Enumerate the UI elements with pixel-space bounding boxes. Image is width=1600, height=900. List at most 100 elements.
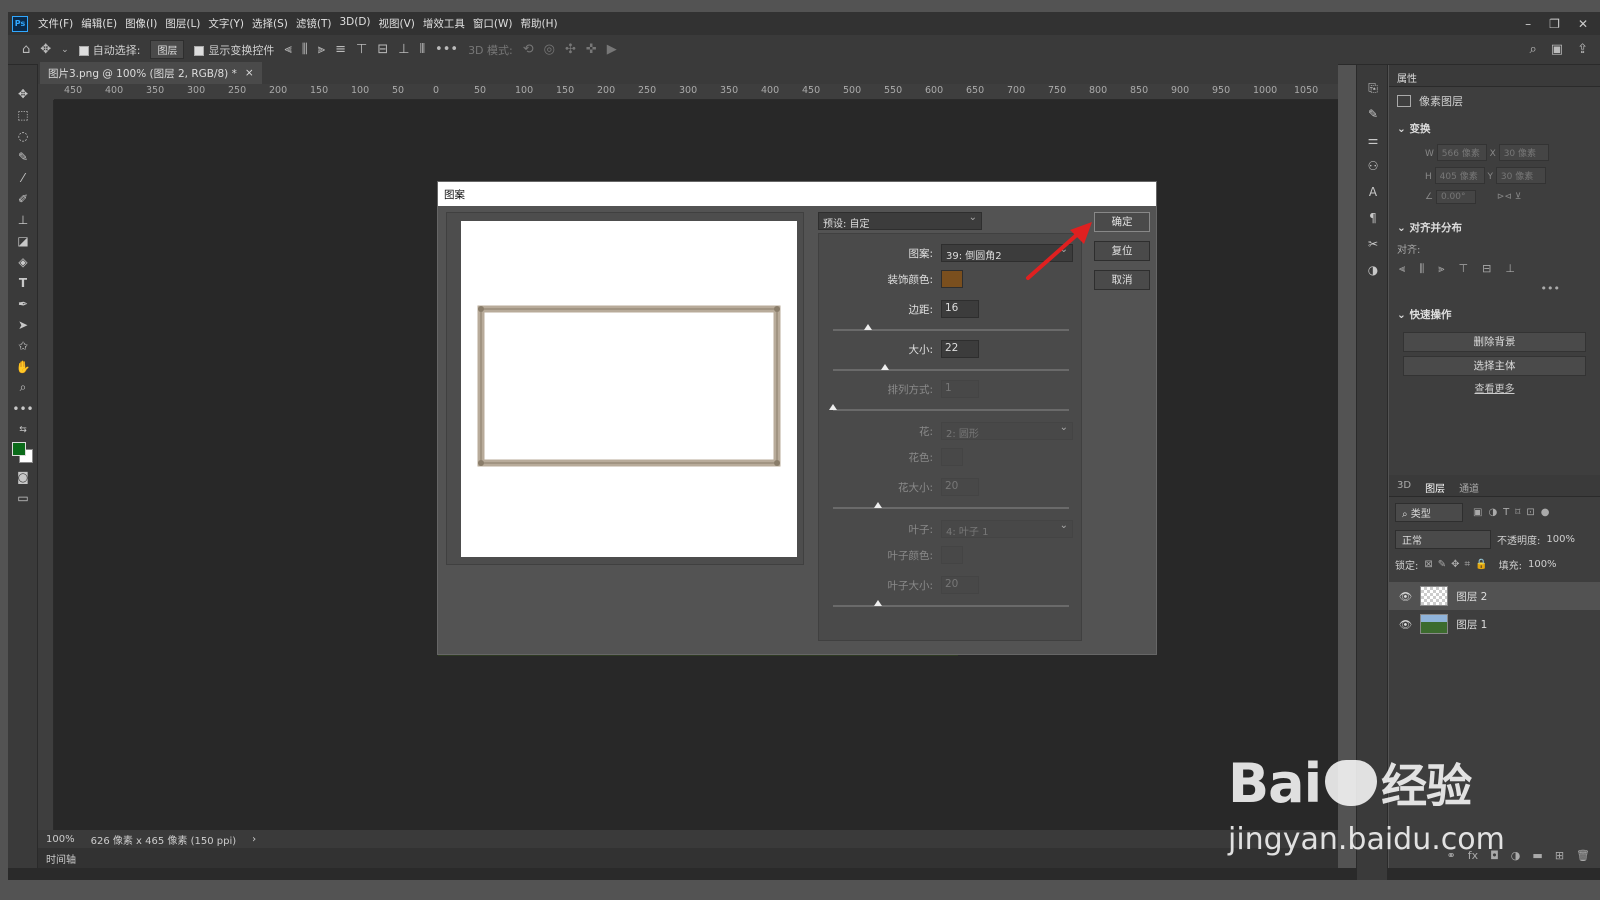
distribute-vertical-icon[interactable]: ⫴ <box>420 42 425 57</box>
align-center-icon[interactable]: ⫼ <box>302 42 308 57</box>
menu-edit[interactable]: 编辑(E) <box>77 16 121 31</box>
zoom-level[interactable]: 100% <box>46 834 75 845</box>
margin-slider-knob[interactable] <box>864 324 873 330</box>
arrange-slider-knob[interactable] <box>829 404 837 410</box>
align-bottom-icon[interactable]: ⊥ <box>398 42 409 57</box>
menu-filter[interactable]: 滤镜(T) <box>292 16 336 31</box>
swap-colors-icon[interactable]: ⇆ <box>8 419 38 440</box>
menu-view[interactable]: 视图(V) <box>375 16 419 31</box>
timeline-label[interactable]: 时间轴 <box>46 851 76 866</box>
shape-tool-icon[interactable]: ✩ <box>8 335 38 356</box>
zoom-tool-icon[interactable]: ⌕ <box>8 377 38 398</box>
orbit-3d-icon[interactable]: ⟲ <box>523 42 534 57</box>
minimize-icon[interactable]: – <box>1525 17 1531 31</box>
brush-tool-icon[interactable]: ✐ <box>8 188 38 209</box>
marquee-tool-icon[interactable]: ⬚ <box>8 104 38 125</box>
workspace-icon[interactable]: ▣ <box>1551 42 1563 57</box>
distribute-icon[interactable]: ≡ <box>335 42 346 57</box>
libraries-icon[interactable]: ⚇ <box>1357 153 1389 179</box>
flower-size-slider-knob[interactable] <box>873 502 882 508</box>
tab-channels[interactable]: 通道 <box>1459 480 1479 495</box>
w-field[interactable]: 566 像素 <box>1436 144 1487 161</box>
show-transform-checkbox[interactable]: 显示变换控件 <box>194 42 274 58</box>
dialog-title[interactable]: 图案 <box>438 182 1156 206</box>
align-horizontal-centers-icon[interactable]: ⫼ <box>1419 262 1424 276</box>
decor-color-swatch[interactable] <box>941 270 963 288</box>
character-icon[interactable]: A <box>1357 179 1389 205</box>
align-middle-icon[interactable]: ⊟ <box>377 42 388 57</box>
layer-row[interactable]: 👁 图层 2 <box>1389 582 1600 610</box>
stamp-tool-icon[interactable]: ⊥ <box>8 209 38 230</box>
eraser-tool-icon[interactable]: ◪ <box>8 230 38 251</box>
brush-settings-icon[interactable]: ✎ <box>1357 101 1389 127</box>
roll-3d-icon[interactable]: ◎ <box>544 42 555 57</box>
lasso-tool-icon[interactable]: ◌ <box>8 125 38 146</box>
align-left-icon[interactable]: ⫷ <box>284 42 291 57</box>
preset-dropdown[interactable]: 预设: 自定 <box>818 212 982 230</box>
eye-icon[interactable]: 👁 <box>1399 590 1412 603</box>
tab-3d[interactable]: 3D <box>1397 480 1411 491</box>
more-align-icon[interactable]: ••• <box>1389 282 1600 295</box>
angle-field[interactable]: 0.00° <box>1435 190 1476 204</box>
menu-select[interactable]: 选择(S) <box>248 16 292 31</box>
align-right-icon[interactable]: ⫸ <box>318 42 325 57</box>
menu-type[interactable]: 文字(Y) <box>204 16 248 31</box>
arrange-input[interactable]: 1 <box>941 380 979 398</box>
move-tool-icon[interactable]: ✥ <box>8 83 38 104</box>
leaf-size-slider-knob[interactable] <box>873 600 882 606</box>
quick-actions-header[interactable]: ⌄ 快速操作 <box>1389 301 1600 328</box>
layer-row[interactable]: 👁 图层 1 <box>1389 610 1600 638</box>
auto-select-dropdown[interactable]: 图层 <box>150 40 185 59</box>
menu-plugins[interactable]: 增效工具 <box>419 16 469 31</box>
select-subject-button[interactable]: 选择主体 <box>1403 356 1586 376</box>
layer-name[interactable]: 图层 2 <box>1456 589 1487 604</box>
ok-button[interactable]: 确定 <box>1094 212 1150 232</box>
screen-mode-icon[interactable]: ▭ <box>8 487 38 508</box>
blend-mode-dropdown[interactable]: 正常 <box>1395 530 1491 549</box>
size-slider-knob[interactable] <box>880 364 889 370</box>
lock-icons[interactable]: ⊠✎✥⌗🔒 <box>1424 559 1492 570</box>
trash-icon[interactable]: 🗑 <box>1576 849 1590 862</box>
path-select-tool-icon[interactable]: ➤ <box>8 314 38 335</box>
see-more-link[interactable]: 查看更多 <box>1389 380 1600 395</box>
chevron-down-icon[interactable]: ⌄ <box>61 45 69 55</box>
more-tools-icon[interactable]: ••• <box>8 398 38 419</box>
menu-window[interactable]: 窗口(W) <box>469 16 517 31</box>
layer-filter-dropdown[interactable]: ⌕ 类型 <box>1395 503 1463 522</box>
transform-section-header[interactable]: ⌄ 变换 <box>1389 115 1600 142</box>
align-top-edges-icon[interactable]: ⊤ <box>1459 262 1469 276</box>
leaf-color-swatch[interactable] <box>941 546 963 564</box>
document-info[interactable]: 626 像素 x 465 像素 (150 ppi) <box>91 832 237 847</box>
y-field[interactable]: 30 像素 <box>1495 167 1546 184</box>
menu-image[interactable]: 图像(I) <box>121 16 161 31</box>
menu-layer[interactable]: 图层(L) <box>161 16 204 31</box>
flower-color-swatch[interactable] <box>941 448 963 466</box>
layer-name[interactable]: 图层 1 <box>1456 617 1487 632</box>
size-slider[interactable] <box>833 364 1069 371</box>
history-icon[interactable]: ⎘ <box>1357 75 1389 101</box>
tools-icon[interactable]: ✂ <box>1357 231 1389 257</box>
paragraph-icon[interactable]: ¶ <box>1357 205 1389 231</box>
fill-value[interactable]: 100% <box>1528 559 1557 570</box>
share-icon[interactable]: ⇪ <box>1577 42 1588 57</box>
flip-icons[interactable]: ⊳⊲ ⊻ <box>1497 192 1522 202</box>
eye-icon[interactable]: 👁 <box>1399 618 1412 631</box>
arrange-slider[interactable] <box>829 404 1069 411</box>
menu-help[interactable]: 帮助(H) <box>517 16 562 31</box>
align-vertical-centers-icon[interactable]: ⊟ <box>1482 262 1491 276</box>
status-chevron-icon[interactable]: › <box>252 834 256 845</box>
type-tool-icon[interactable]: T <box>8 272 38 293</box>
pen-tool-icon[interactable]: ✒ <box>8 293 38 314</box>
swatches-icon[interactable]: ◑ <box>1357 257 1389 283</box>
margin-slider[interactable] <box>833 324 1069 331</box>
close-tab-icon[interactable]: × <box>245 67 254 79</box>
align-right-edges-icon[interactable]: ⫸ <box>1438 262 1444 276</box>
properties-title[interactable]: 属性 <box>1389 65 1600 87</box>
quick-mask-icon[interactable]: ◙ <box>8 466 38 487</box>
tab-layers[interactable]: 图层 <box>1425 480 1445 495</box>
flower-size-slider[interactable] <box>833 502 1069 509</box>
move-tool-icon[interactable]: ✥ <box>40 42 51 57</box>
size-input[interactable]: 22 <box>941 340 979 358</box>
align-bottom-edges-icon[interactable]: ⊥ <box>1505 262 1515 276</box>
hand-tool-icon[interactable]: ✋ <box>8 356 38 377</box>
